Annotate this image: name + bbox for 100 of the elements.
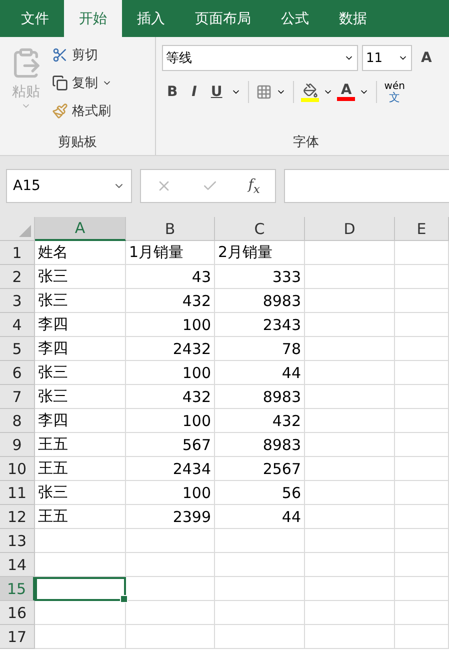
row-header[interactable]: 6	[0, 361, 35, 385]
row-header[interactable]: 15	[0, 577, 35, 601]
italic-button[interactable]: I	[186, 84, 202, 100]
table-cell: 567	[126, 433, 215, 457]
ribbon-tab[interactable]: 文件	[6, 0, 64, 37]
row-header[interactable]: 7	[0, 385, 35, 409]
empty-cell	[395, 481, 449, 505]
empty-cell	[395, 361, 449, 385]
column-header[interactable]: B	[126, 217, 215, 241]
table-cell: 王五	[35, 457, 126, 481]
row-header[interactable]: 8	[0, 409, 35, 433]
grow-font-button[interactable]: A	[416, 50, 437, 66]
row-header[interactable]: 13	[0, 529, 35, 553]
ribbon-tab[interactable]: 开始	[64, 0, 122, 37]
empty-cell	[395, 241, 449, 265]
copy-button[interactable]: 复制	[52, 71, 112, 95]
bold-button[interactable]: B	[162, 84, 183, 100]
row-header[interactable]: 5	[0, 337, 35, 361]
empty-cell	[395, 433, 449, 457]
row-header[interactable]: 12	[0, 505, 35, 529]
table-cell: 2432	[126, 337, 215, 361]
row-header[interactable]: 14	[0, 553, 35, 577]
table-cell: 张三	[35, 481, 126, 505]
fill-handle[interactable]	[120, 595, 128, 603]
ribbon-tab[interactable]: 插入	[122, 0, 180, 37]
table-cell: 2343	[215, 313, 305, 337]
empty-cell	[395, 529, 449, 553]
table-cell: 姓名	[35, 241, 126, 265]
table-cell: 44	[215, 361, 305, 385]
borders-icon[interactable]	[256, 84, 272, 100]
table-cell: 100	[126, 361, 215, 385]
row-header[interactable]: 9	[0, 433, 35, 457]
group-label: 字体	[293, 134, 319, 151]
font-color-button[interactable]: A	[337, 83, 356, 101]
table-cell: 王五	[35, 505, 126, 529]
empty-cell	[395, 337, 449, 361]
empty-cell	[395, 505, 449, 529]
cut-button[interactable]: 剪切	[52, 43, 112, 67]
row-header[interactable]: 10	[0, 457, 35, 481]
ribbon-tab[interactable]: 公式	[266, 0, 324, 37]
table-cell: 2567	[215, 457, 305, 481]
table-cell: 100	[126, 481, 215, 505]
table-cell: 李四	[35, 313, 126, 337]
row-header[interactable]: 11	[0, 481, 35, 505]
table-cell: 56	[215, 481, 305, 505]
table-cell: 李四	[35, 337, 126, 361]
name-box[interactable]: A15	[6, 169, 132, 203]
table-cell: 44	[215, 505, 305, 529]
empty-cell	[395, 601, 449, 625]
column-header[interactable]: E	[395, 217, 449, 241]
table-cell: 李四	[35, 409, 126, 433]
table-cell: 43	[126, 265, 215, 289]
font-size-field[interactable]: 11	[362, 45, 412, 71]
table-cell: 78	[215, 337, 305, 361]
ribbon-tab[interactable]: 数据	[324, 0, 382, 37]
table-cell: 432	[126, 385, 215, 409]
empty-cell	[395, 409, 449, 433]
empty-cell	[395, 457, 449, 481]
row-header[interactable]: 16	[0, 601, 35, 625]
empty-cell	[395, 265, 449, 289]
table-cell: 2399	[126, 505, 215, 529]
select-all-corner[interactable]	[0, 217, 35, 241]
table-cell: 100	[126, 313, 215, 337]
table-cell: 8983	[215, 385, 305, 409]
column-header[interactable]: C	[215, 217, 305, 241]
ribbon-tab[interactable]: 页面布局	[180, 0, 266, 37]
row-header[interactable]: 3	[0, 289, 35, 313]
table-cell: 432	[215, 409, 305, 433]
paintbrush-icon	[52, 103, 68, 119]
row-header[interactable]: 4	[0, 313, 35, 337]
column-header[interactable]: A	[35, 217, 126, 241]
table-cell: 张三	[35, 385, 126, 409]
table-cell: 张三	[35, 265, 126, 289]
table-cell: 432	[126, 289, 215, 313]
table-cell: 1月销量	[126, 241, 215, 265]
empty-cell	[395, 625, 449, 649]
format-painter-button[interactable]: 格式刷	[52, 99, 112, 123]
copy-icon	[52, 75, 68, 91]
insert-function-button[interactable]: f$_{x}$	[248, 176, 260, 196]
fill-color-button[interactable]	[301, 82, 320, 102]
row-header[interactable]: 1	[0, 241, 35, 265]
row-header[interactable]: 2	[0, 265, 35, 289]
scissors-icon	[52, 47, 68, 63]
empty-cell	[395, 313, 449, 337]
table-cell: 王五	[35, 433, 126, 457]
table-cell: 2434	[126, 457, 215, 481]
column-header[interactable]: D	[305, 217, 395, 241]
underline-button[interactable]: U	[206, 84, 228, 100]
empty-cell	[395, 289, 449, 313]
empty-cell	[395, 577, 449, 601]
empty-cell	[395, 553, 449, 577]
table-cell: 2月销量	[215, 241, 305, 265]
font-name-field[interactable]: 等线	[162, 45, 358, 71]
table-cell: 333	[215, 265, 305, 289]
empty-cell	[395, 385, 449, 409]
table-cell: 8983	[215, 433, 305, 457]
row-header[interactable]: 17	[0, 625, 35, 649]
phonetic-button[interactable]: wén 文	[384, 82, 405, 102]
table-cell: 张三	[35, 361, 126, 385]
formula-input[interactable]	[284, 169, 449, 203]
